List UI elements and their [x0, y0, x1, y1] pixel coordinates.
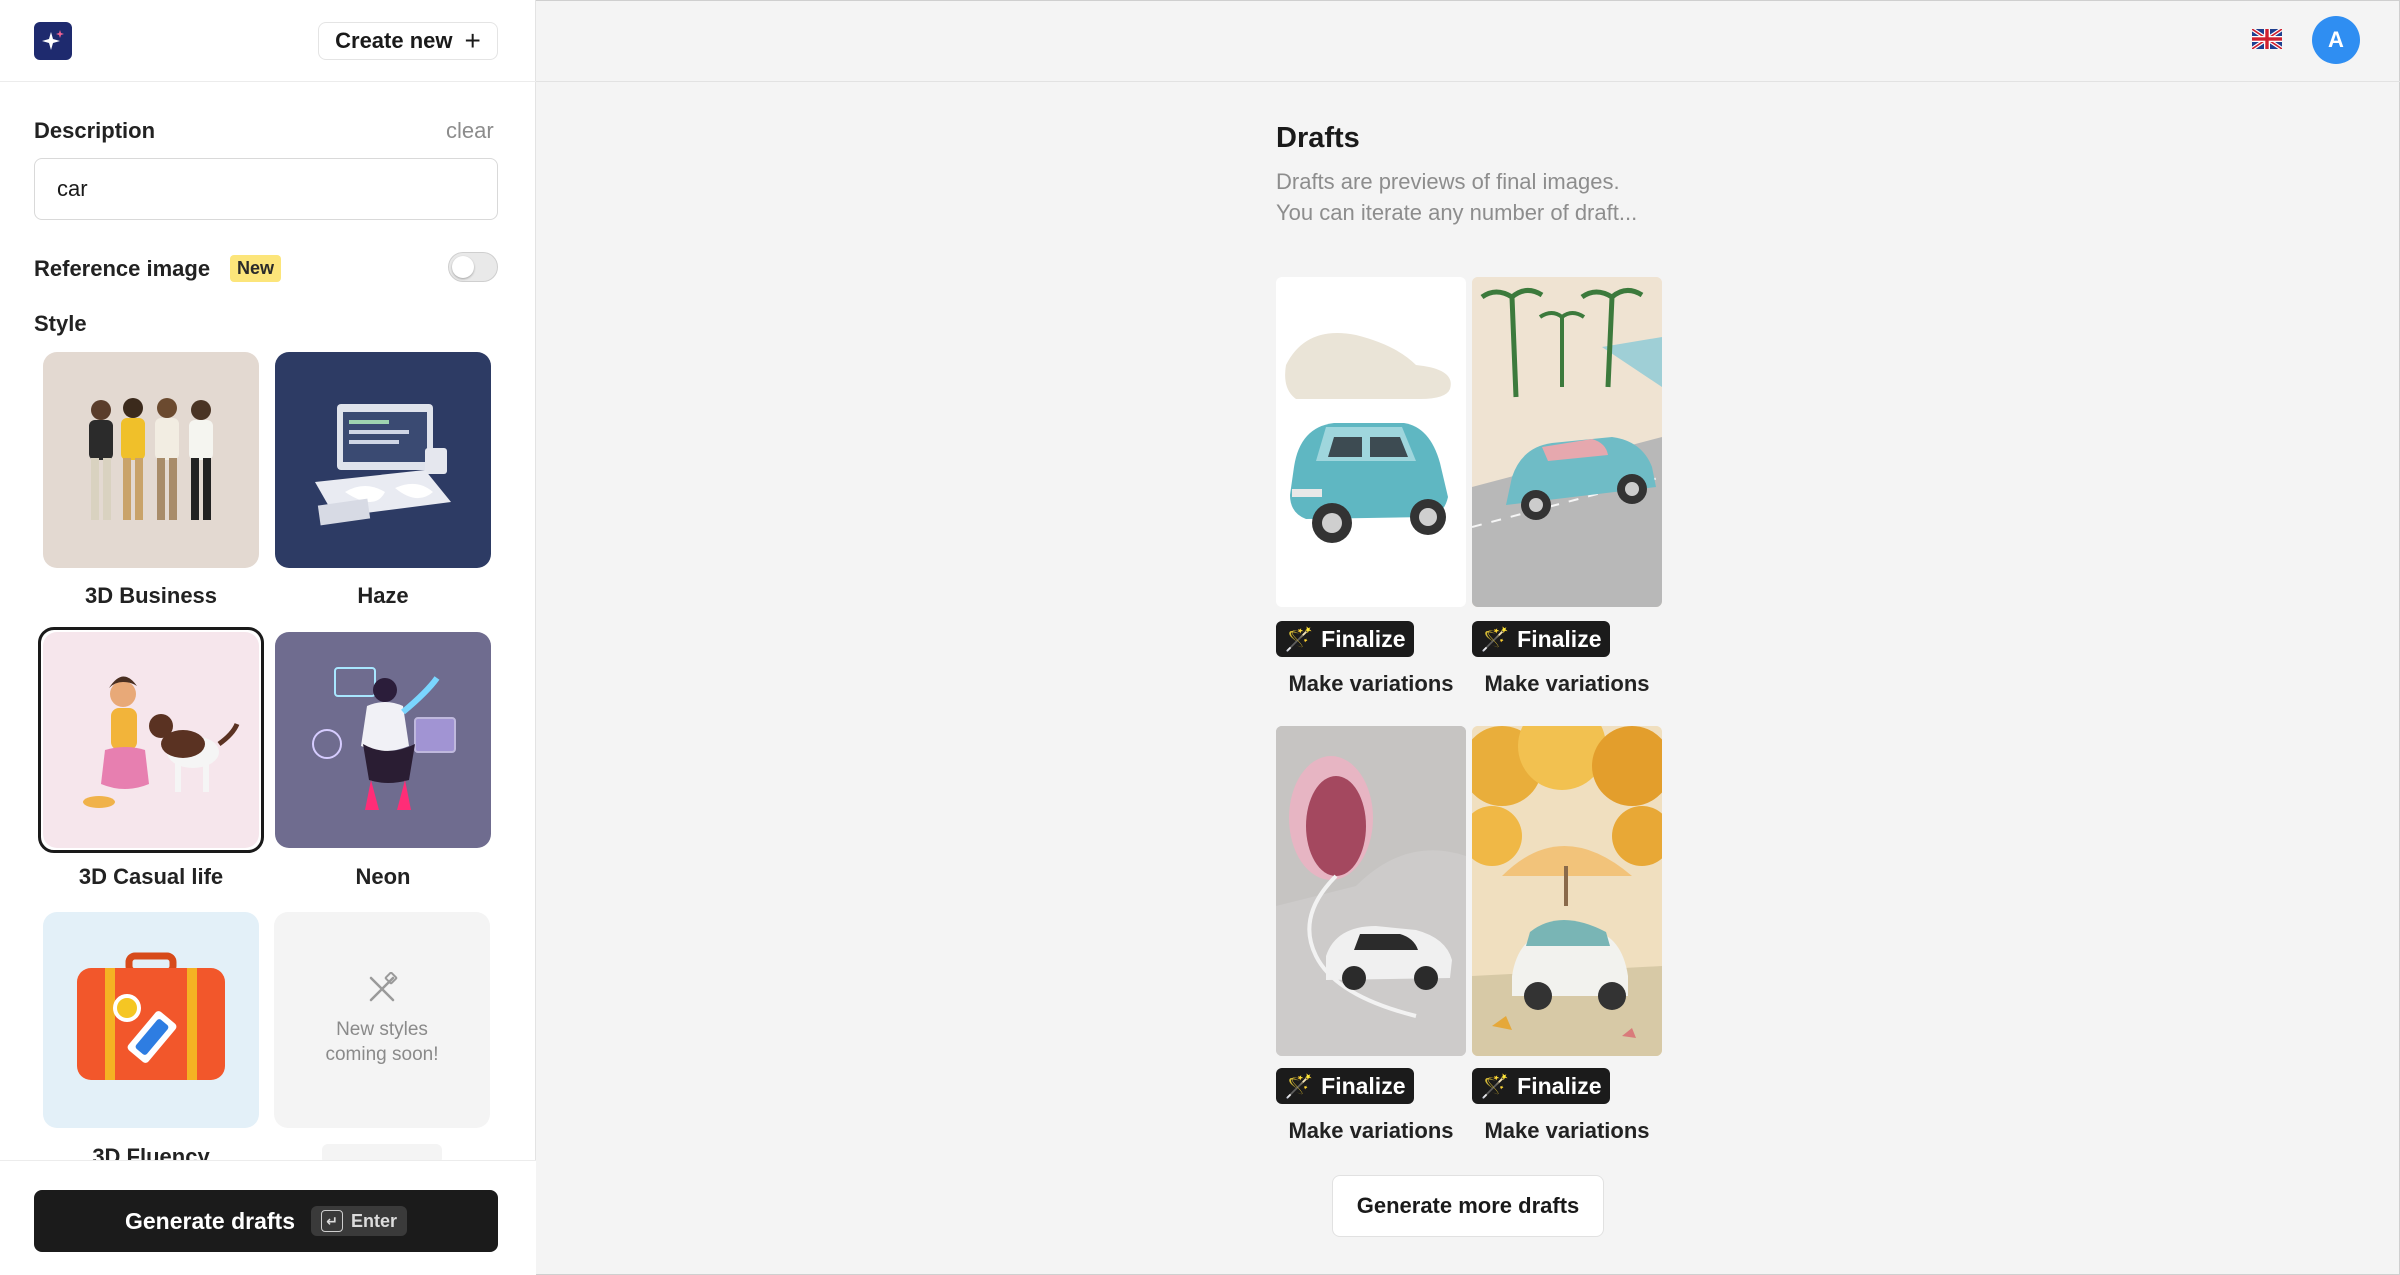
draft-image-3[interactable] — [1276, 726, 1466, 1056]
style-name-3d-fluency: 3D Fluency — [92, 1144, 210, 1160]
enter-shortcut-label: Enter — [351, 1210, 398, 1231]
magic-wand-icon: 🪄 — [1480, 625, 1510, 652]
style-card-neon[interactable] — [275, 632, 491, 848]
style-card-3d-business[interactable] — [43, 352, 259, 568]
finalize-label: Finalize — [1517, 625, 1602, 652]
car-leaving-tunnel-image — [1276, 726, 1466, 1056]
style-name-haze: Haze — [357, 583, 409, 608]
people-illustration-icon — [89, 398, 213, 520]
user-avatar[interactable]: A — [2312, 16, 2360, 64]
make-variations-link-1[interactable]: Make variations — [1276, 671, 1466, 697]
draft-image-1[interactable] — [1276, 277, 1466, 607]
style-name-neon: Neon — [355, 864, 411, 889]
page-subtitle: Drafts are previews of final images. You… — [1276, 166, 1676, 228]
finalize-button-1[interactable]: 🪄 Finalize — [1276, 621, 1414, 657]
girl-with-dog-illustration-icon — [83, 676, 240, 808]
magic-wand-icon: 🪄 — [1480, 1072, 1510, 1099]
coming-soon-card: New styles coming soon! — [274, 912, 490, 1128]
subtitle-line-2: You can iterate any number of draft... — [1276, 200, 1638, 225]
generate-drafts-label: Generate drafts — [124, 1207, 295, 1234]
generate-drafts-button[interactable]: Generate drafts ↵ Enter — [34, 1190, 498, 1252]
page-title: Drafts — [1276, 122, 1360, 154]
finalize-button-4[interactable]: 🪄 Finalize — [1472, 1068, 1610, 1104]
magic-wand-icon: 🪄 — [1284, 1072, 1314, 1099]
sidebar: Create new + Description clear car Refer… — [0, 0, 536, 1275]
style-card-haze[interactable] — [275, 352, 491, 568]
magic-wand-icon: 🪄 — [1284, 625, 1314, 652]
generate-more-drafts-button[interactable]: Generate more drafts — [1332, 1175, 1604, 1237]
car-on-beach-road-image — [1472, 277, 1662, 607]
finalize-button-2[interactable]: 🪄 Finalize — [1472, 621, 1610, 657]
enter-key-icon: ↵ — [321, 1210, 343, 1232]
finalize-label: Finalize — [1321, 1072, 1406, 1099]
style-name-3d-casual-life: 3D Casual life — [78, 864, 224, 889]
placeholder-label — [322, 1144, 442, 1160]
style-card-3d-fluency[interactable] — [43, 912, 259, 1128]
make-variations-link-2[interactable]: Make variations — [1472, 671, 1662, 697]
sidebar-footer: Generate drafts ↵ Enter — [0, 1160, 536, 1275]
style-name-3d-business: 3D Business — [84, 583, 218, 608]
top-bar: A — [536, 0, 2400, 82]
pencil-ruler-icon — [369, 972, 398, 1002]
finalize-label: Finalize — [1321, 625, 1406, 652]
finalize-label: Finalize — [1517, 1072, 1602, 1099]
make-variations-link-4[interactable]: Make variations — [1472, 1118, 1662, 1144]
car-with-rock-image — [1285, 333, 1451, 543]
coming-soon-text: New styles coming soon! — [325, 1019, 439, 1065]
style-card-3d-casual-life[interactable] — [43, 632, 259, 848]
make-variations-link-3[interactable]: Make variations — [1276, 1118, 1466, 1144]
draft-image-2[interactable] — [1472, 277, 1662, 607]
subtitle-line-1: Drafts are previews of final images. — [1276, 169, 1620, 194]
draft-image-4[interactable] — [1472, 726, 1662, 1056]
finalize-button-3[interactable]: 🪄 Finalize — [1276, 1068, 1414, 1104]
computer-illustration-icon — [315, 404, 451, 526]
suitcase-illustration-icon — [77, 952, 225, 1080]
neon-person-illustration-icon — [312, 667, 456, 810]
uk-flag-icon[interactable] — [2252, 29, 2282, 49]
style-grid: 3D Business Haze 3D Casual life Neon 3D … — [0, 0, 536, 1160]
enter-shortcut: ↵ Enter — [311, 1206, 408, 1236]
car-under-autumn-tree-image — [1472, 726, 1662, 1056]
